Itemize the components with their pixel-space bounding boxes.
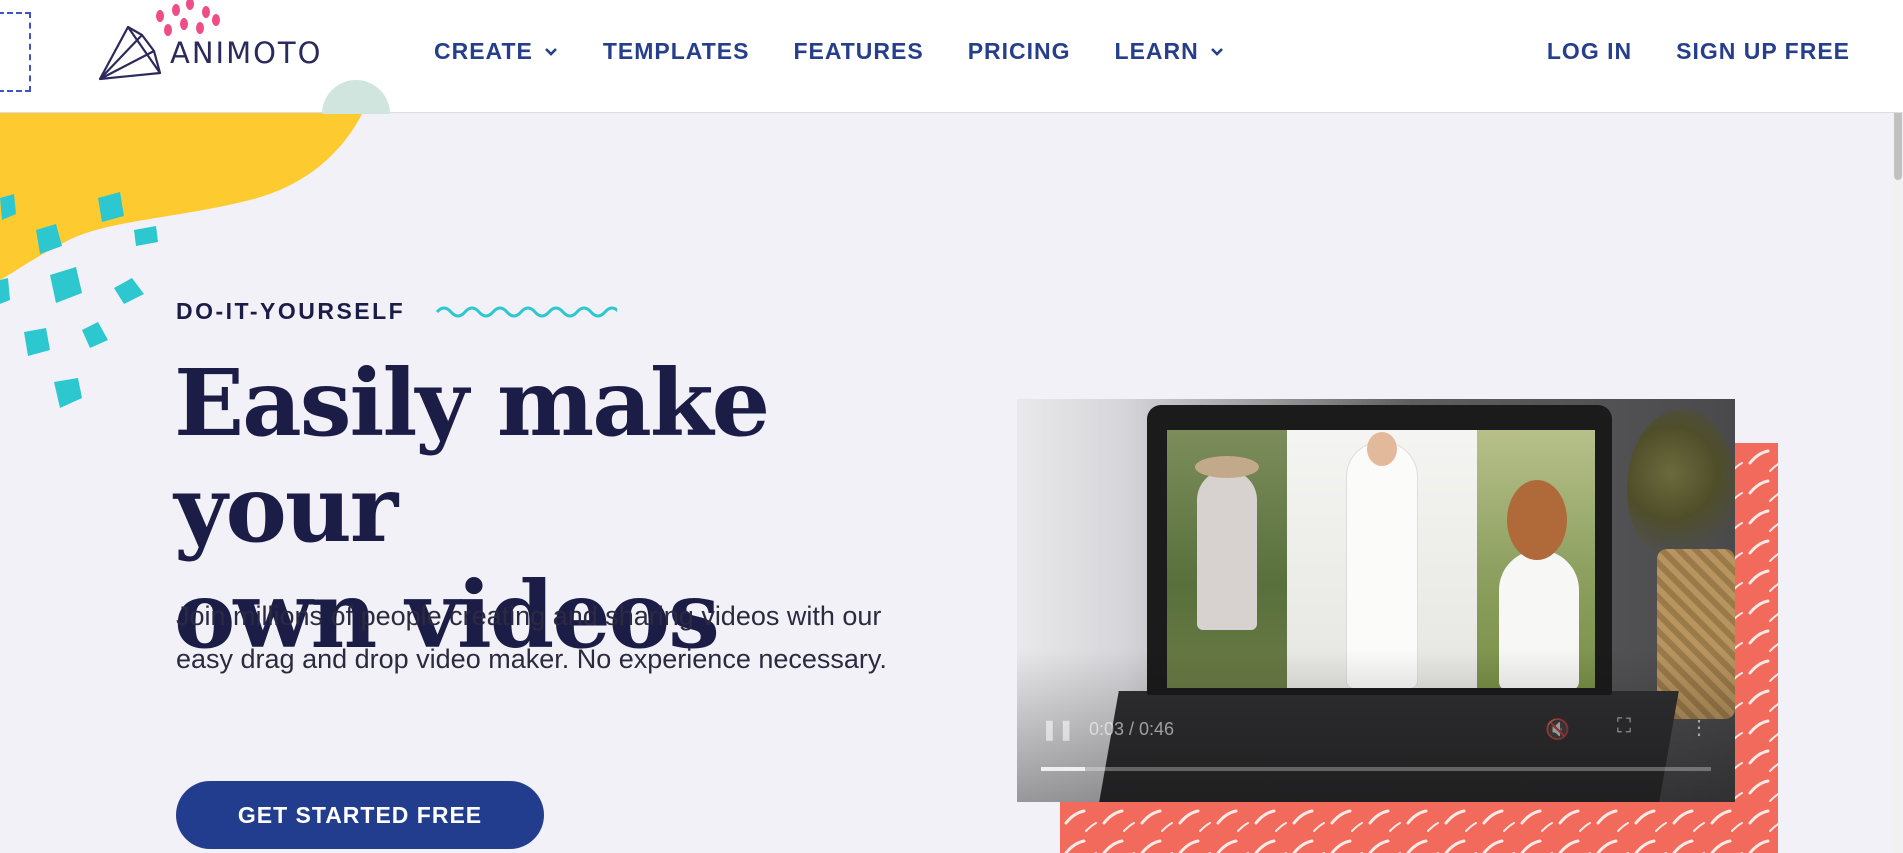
head-shape — [1367, 432, 1397, 466]
nav-item-learn[interactable]: LEARN — [1115, 38, 1225, 65]
site-header: ANIMOTO CREATE TEMPLATES FEATURES PRICIN… — [0, 0, 1903, 113]
nav-item-features[interactable]: FEATURES — [793, 38, 923, 65]
hero-video-player[interactable]: ❚❚ 0:03 / 0:46 🔇 ⛶ ⋮ — [1017, 399, 1735, 802]
mint-circle-decoration — [322, 80, 390, 114]
account-nav: LOG IN SIGN UP FREE — [1503, 38, 1850, 65]
get-started-button[interactable]: GET STARTED FREE — [176, 781, 544, 849]
more-icon[interactable]: ⋮ — [1689, 715, 1709, 740]
nav-item-pricing[interactable]: PRICING — [968, 38, 1071, 65]
login-link[interactable]: LOG IN — [1547, 38, 1632, 65]
woman-in-hat-figure — [1197, 470, 1257, 630]
main-nav: CREATE TEMPLATES FEATURES PRICING LEARN — [434, 38, 1269, 65]
chevron-down-icon — [544, 47, 557, 56]
pause-icon[interactable]: ❚❚ — [1041, 717, 1075, 742]
video-progress-fill — [1041, 767, 1085, 771]
focus-outline-decoration — [0, 12, 31, 92]
nav-item-label: TEMPLATES — [602, 38, 750, 64]
headline-line-1: Easily make your — [174, 349, 770, 563]
signup-link[interactable]: SIGN UP FREE — [1676, 38, 1850, 65]
plant-decoration — [1627, 409, 1735, 569]
squiggle-decoration — [436, 306, 618, 317]
chevron-down-icon — [1210, 47, 1223, 56]
nav-item-label: PRICING — [967, 38, 1071, 64]
logo-wordmark: ANIMOTO — [170, 36, 323, 70]
pink-dots-decoration — [156, 0, 220, 36]
teal-brush-strokes-decoration — [0, 192, 158, 408]
nav-item-create[interactable]: CREATE — [434, 38, 559, 65]
hair-shape — [1507, 480, 1567, 560]
eyebrow-label: DO-IT-YOURSELF — [176, 298, 406, 324]
page-scrollbar[interactable] — [1893, 0, 1903, 853]
video-progress-bar[interactable] — [1041, 767, 1711, 771]
nav-item-label: LEARN — [1114, 38, 1199, 64]
fullscreen-icon[interactable]: ⛶ — [1617, 715, 1631, 738]
nav-item-templates[interactable]: TEMPLATES — [603, 38, 750, 65]
nav-item-label: CREATE — [434, 38, 533, 64]
mute-icon[interactable]: 🔇 — [1545, 717, 1570, 742]
hat-shape — [1195, 456, 1259, 478]
hero-subtext: Join millions of people creating and sha… — [176, 601, 887, 674]
hero-eyebrow: DO-IT-YOURSELF — [176, 298, 618, 325]
nav-item-label: FEATURES — [793, 38, 924, 64]
video-time: 0:03 / 0:46 — [1089, 719, 1175, 739]
